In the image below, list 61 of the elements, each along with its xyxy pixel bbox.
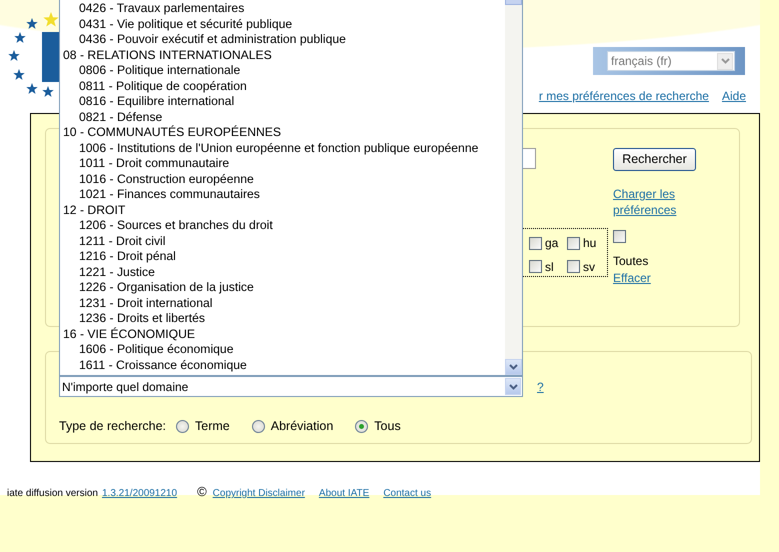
- dropdown-option[interactable]: 0436 - Pouvoir exécutif et administration publique: [60, 32, 505, 48]
- dropdown-option[interactable]: 0811 - Politique de coopération: [60, 78, 505, 94]
- caret-icon: [509, 364, 518, 370]
- checkbox[interactable]: [529, 260, 542, 274]
- dropdown-option[interactable]: 1021 - Finances communautaires: [60, 187, 505, 202]
- load-preferences-link[interactable]: Charger les préférences: [613, 186, 693, 218]
- dropdown-option[interactable]: 1221 - Justice: [60, 264, 505, 280]
- copyright-symbol: ©: [197, 483, 207, 501]
- checkbox[interactable]: [613, 230, 626, 243]
- checkbox[interactable]: [567, 236, 580, 250]
- footer-link[interactable]: Contact us: [383, 486, 432, 501]
- checkbox-label: ga: [545, 235, 558, 252]
- radio-label: Tous: [374, 418, 401, 435]
- scrollbar-thumb[interactable]: [505, 0, 522, 5]
- scrollbar[interactable]: [505, 0, 522, 375]
- dropdown-option[interactable]: 1006 - Institutions de l'Union européenne et fonction publique européenne: [60, 140, 505, 156]
- checkbox-label: hu: [583, 235, 596, 252]
- radio-button[interactable]: [252, 420, 265, 433]
- dropdown-option[interactable]: 1216 - Droit pénal: [60, 249, 505, 264]
- dropdown-option[interactable]: 08 - RELATIONS INTERNATIONALES: [60, 48, 505, 63]
- caret-icon: [720, 58, 730, 64]
- dropdown-option[interactable]: 1226 - Organisation de la justice: [60, 280, 505, 296]
- help-link[interactable]: ?: [537, 378, 544, 396]
- dropdown-option[interactable]: 1211 - Droit civil: [60, 234, 505, 249]
- dropdown-option[interactable]: 12 - DROIT: [60, 202, 505, 218]
- dropdown-option[interactable]: 1016 - Construction européenne: [60, 172, 505, 187]
- radio-button[interactable]: [355, 420, 368, 433]
- dropdown-option[interactable]: 0426 - Travaux parlementaires: [60, 1, 505, 16]
- search-button[interactable]: Rechercher: [613, 148, 696, 171]
- checkbox-label: Toutes: [613, 253, 648, 269]
- dropdown-option[interactable]: 0431 - Vie politique et sécurité publique: [60, 16, 505, 32]
- checkbox[interactable]: [567, 260, 580, 274]
- checkbox-label: sl: [545, 258, 554, 276]
- dropdown-option[interactable]: 1606 - Politique économique: [60, 342, 505, 358]
- footer-link[interactable]: About IATE: [318, 486, 370, 501]
- version-link[interactable]: 1.3.21/20091210: [102, 486, 178, 501]
- checkbox[interactable]: [529, 236, 542, 250]
- dropdown-option[interactable]: 1011 - Droit communautaire: [60, 156, 505, 172]
- header-link[interactable]: Aide: [722, 87, 746, 105]
- footer-link[interactable]: Copyright Disclaimer: [212, 486, 305, 501]
- header-link[interactable]: r mes préférences de recherche: [538, 87, 709, 105]
- dropdown-option[interactable]: 0821 - Défense: [60, 110, 505, 125]
- version-label: iate diffusion version: [7, 487, 98, 501]
- scroll-down-button[interactable]: [505, 359, 522, 375]
- dropdown-option[interactable]: 1236 - Droits et libertés: [60, 311, 505, 326]
- dropdown-option[interactable]: 1231 - Droit international: [60, 296, 505, 311]
- radio-button[interactable]: [176, 420, 190, 433]
- language-select[interactable]: français (fr): [607, 51, 735, 71]
- caret-icon: [508, 384, 518, 390]
- search-type-label: Type de recherche:: [59, 418, 166, 435]
- dropdown-option[interactable]: 0806 - Politique internationale: [60, 63, 505, 78]
- radio-label: Terme: [195, 418, 230, 435]
- dropdown-option[interactable]: 1206 - Sources et branches du droit: [60, 218, 505, 234]
- domain-select[interactable]: N'importe quel domaine: [59, 376, 523, 397]
- radio-label: Abréviation: [270, 418, 334, 435]
- dropdown-option[interactable]: 0816 - Equilibre international: [60, 94, 505, 110]
- dropdown-option[interactable]: 10 - COMMUNAUTÉS EUROPÉENNES: [60, 125, 505, 140]
- dropdown-option[interactable]: 1611 - Croissance économique: [60, 358, 505, 373]
- clear-link[interactable]: Effacer: [613, 269, 651, 287]
- checkbox-label: sv: [583, 258, 595, 276]
- dropdown-option[interactable]: 16 - VIE ÉCONOMIQUE: [60, 326, 505, 342]
